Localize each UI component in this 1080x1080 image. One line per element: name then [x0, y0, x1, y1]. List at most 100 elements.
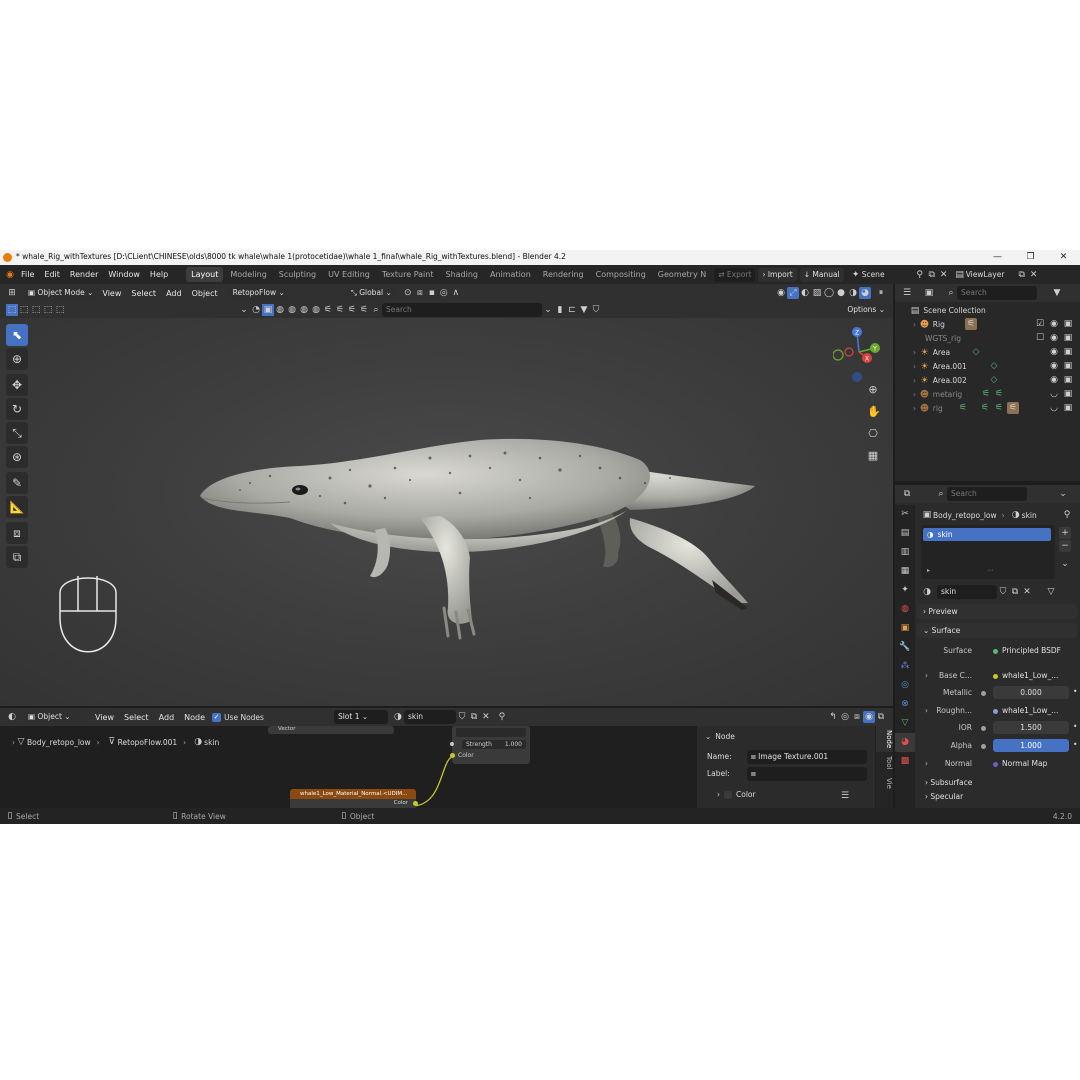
node-menu-node[interactable]: Node: [179, 708, 210, 727]
camera-view-icon[interactable]: ⎔: [867, 428, 879, 440]
camera-icon[interactable]: ▣: [1062, 360, 1074, 372]
color-socket-out[interactable]: [413, 801, 418, 806]
outliner-item-area-002[interactable]: › ☀ Area.002 ◇ ◉ ▣: [895, 374, 1080, 388]
display-mode-icon[interactable]: ▣: [923, 287, 935, 299]
link-type-icon[interactable]: ▽: [1045, 586, 1057, 598]
sort-icon[interactable]: ⊏: [566, 304, 578, 316]
tab-node[interactable]: Node: [876, 726, 893, 753]
material-name-field[interactable]: skin: [403, 710, 456, 724]
zoom-icon[interactable]: ⊕: [867, 384, 879, 396]
keyframe-dot-icon[interactable]: •: [1073, 687, 1077, 696]
import-button[interactable]: › Import: [758, 267, 797, 282]
add-cube-tool-icon[interactable]: ⧈: [6, 522, 28, 544]
texture-tab-icon[interactable]: ▩: [895, 752, 915, 771]
node-options-icon[interactable]: ⧉: [875, 711, 887, 723]
export-button[interactable]: ⇄ Export: [714, 267, 756, 282]
outliner-search-input[interactable]: Search: [957, 286, 1037, 300]
overlay-node-icon[interactable]: ⧈: [851, 711, 863, 723]
pin-node-icon[interactable]: ⚲: [496, 711, 508, 723]
duplicate-material-icon[interactable]: ⧉: [468, 711, 480, 723]
roughness-field[interactable]: whale1_Low_...: [989, 704, 1077, 717]
unlink-icon[interactable]: ✕: [1021, 586, 1033, 598]
metallic-field[interactable]: 0.000: [993, 686, 1069, 699]
outliner-item-rig[interactable]: › ☻ Rig ⚟ ☑ ◉ ▣: [895, 318, 1080, 332]
list-resize-icon[interactable]: ⋯: [987, 567, 993, 574]
tab-uv-editing[interactable]: UV Editing: [323, 267, 375, 282]
material-browse-icon[interactable]: ◑: [392, 711, 404, 723]
eye-icon[interactable]: ◉: [1048, 360, 1060, 372]
camera-icon[interactable]: ▣: [1062, 346, 1074, 358]
object-tab-icon[interactable]: ▣: [895, 619, 915, 638]
blender-menu-icon[interactable]: ◉: [4, 269, 16, 281]
uv-map-field[interactable]: [456, 728, 526, 737]
color-section[interactable]: › Color: [717, 790, 756, 799]
tab-sculpting[interactable]: Sculpting: [274, 267, 321, 282]
scene-tab-icon[interactable]: ✦: [895, 581, 915, 600]
outliner-item-rig-2[interactable]: › ☻ rig ⚟ ⚟ ⚟ ⚟ ◡ ▣: [895, 402, 1080, 416]
constraints-tab-icon[interactable]: ⊗: [895, 695, 915, 714]
node-editor-type-icon[interactable]: ◐: [6, 711, 18, 723]
filter-lattice-icon[interactable]: ⚟: [346, 304, 358, 316]
node-overlay-toggle-icon[interactable]: ◉: [863, 711, 875, 723]
outliner-item-metarig[interactable]: › ☻ metarig ⚟ ⚟ ◡ ▣: [895, 388, 1080, 402]
select-intersect-icon[interactable]: ⬚: [54, 304, 66, 316]
ior-field[interactable]: 1.500: [993, 721, 1069, 734]
shield-icon[interactable]: ⛉: [590, 304, 602, 316]
material-shading-icon[interactable]: ◑: [847, 287, 859, 299]
minimize-button[interactable]: —: [981, 250, 1014, 265]
scene-collection-row[interactable]: ▤ Scene Collection: [895, 304, 1080, 318]
color-wheel-icon[interactable]: ◔: [250, 304, 262, 316]
cursor-tool-icon[interactable]: ⊕: [6, 348, 28, 370]
surface-shader-field[interactable]: Principled BSDF: [989, 644, 1077, 657]
outliner-filter-icon[interactable]: ▼: [1051, 287, 1063, 299]
outliner-item-wgts-rig[interactable]: WGTS_rig ☐ ◉ ▣: [895, 332, 1080, 346]
node-menu-view[interactable]: View: [90, 708, 119, 727]
material-tab-icon[interactable]: ◕: [895, 733, 915, 752]
pivot-icon[interactable]: ⊙: [402, 287, 414, 299]
filter-text-icon[interactable]: ◍: [310, 304, 322, 316]
tab-tool[interactable]: Tool: [876, 752, 893, 774]
eye-icon[interactable]: ◉: [1048, 332, 1060, 344]
strength-field[interactable]: Strength 1.000: [462, 740, 526, 749]
properties-type-icon[interactable]: ⧉: [901, 488, 913, 500]
viewport-search-input[interactable]: Search: [382, 303, 542, 317]
tab-view[interactable]: Vie: [876, 774, 893, 793]
particles-tab-icon[interactable]: ⁂: [895, 657, 915, 676]
base-color-field[interactable]: whale1_Low_...: [989, 669, 1077, 682]
material-browse-icon[interactable]: ◑: [921, 586, 933, 598]
perspective-grid-icon[interactable]: ▦: [867, 450, 879, 462]
color-checkbox[interactable]: [724, 790, 732, 799]
specular-panel[interactable]: › Specular: [917, 791, 1077, 801]
editor-type-icon[interactable]: ⊞: [6, 287, 18, 299]
use-nodes-checkbox[interactable]: ✓ Use Nodes: [212, 712, 264, 722]
remove-slot-icon[interactable]: −: [1059, 540, 1071, 552]
scene-selector[interactable]: Scene: [862, 270, 914, 279]
material-slot-list[interactable]: ◑ skin ▸ ⋯: [921, 525, 1055, 579]
modifier-tab-icon[interactable]: 🔧: [895, 638, 915, 657]
3d-viewport[interactable]: Z Y X ⊕ ✋ ⎔ ▦: [0, 318, 893, 706]
checkbox-icon[interactable]: ☑: [1034, 318, 1046, 330]
filter-icon[interactable]: ▼: [578, 304, 590, 316]
tool-tab-icon[interactable]: ✂: [895, 505, 915, 524]
annotate-tool-icon[interactable]: ✎: [6, 472, 28, 494]
hidden-eye-icon[interactable]: ◡: [1048, 388, 1060, 400]
data-tab-icon[interactable]: ▽: [895, 714, 915, 733]
camera-icon[interactable]: ▣: [1062, 374, 1074, 386]
rendered-shading-icon[interactable]: ◕: [859, 287, 871, 299]
gizmo-toggle-icon[interactable]: ⤢: [787, 287, 799, 299]
image-texture-node[interactable]: Color: [290, 799, 418, 808]
select-tool-icon[interactable]: ⬉: [6, 324, 28, 346]
snapping-icon[interactable]: ◎: [839, 711, 851, 723]
proportional-edit-icon[interactable]: ◎: [438, 287, 450, 299]
normal-map-node[interactable]: Strength 1.000 Color: [450, 726, 530, 764]
expand-icon[interactable]: ›: [925, 671, 928, 680]
overlay-icon[interactable]: ◐: [799, 287, 811, 299]
expand-icon[interactable]: ›: [925, 706, 928, 715]
camera-icon[interactable]: ▣: [1062, 332, 1074, 344]
camera-icon[interactable]: ▣: [1062, 388, 1074, 400]
render-tab-icon[interactable]: ▤: [895, 524, 915, 543]
material-slot-item[interactable]: ◑ skin: [923, 528, 1051, 541]
eye-icon[interactable]: ◉: [1048, 318, 1060, 330]
filter-mesh-icon[interactable]: ▣: [262, 304, 274, 316]
slot-selector[interactable]: Slot 1 ⌄: [333, 710, 388, 724]
